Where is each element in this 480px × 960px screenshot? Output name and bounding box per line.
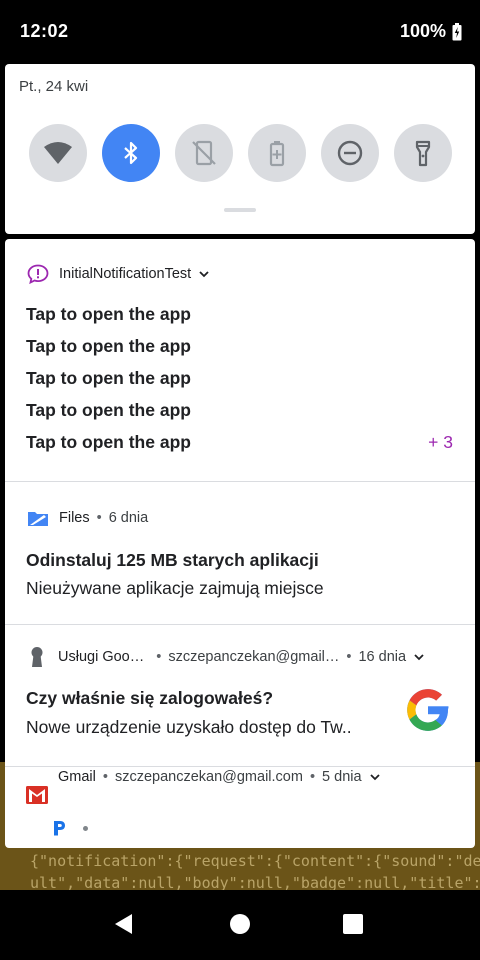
recents-icon[interactable] xyxy=(342,912,364,936)
tile-battery-saver[interactable] xyxy=(248,124,306,182)
notification-message: Tap to open the app xyxy=(26,432,191,452)
notification-gmail[interactable]: Gmail • szczepanczekan@gmail.com • 5 dni… xyxy=(5,767,475,848)
background-app-text: {"notification":{"request":{"content":{"… xyxy=(30,852,480,892)
bluetooth-icon xyxy=(124,141,138,165)
notification-google-services[interactable]: Usługi Goo… • szczepanczekan@gmail… • 16… xyxy=(5,625,475,767)
qs-date: Pt., 24 kwi xyxy=(19,78,89,95)
chevron-down-icon[interactable] xyxy=(369,771,381,783)
notification-header: Gmail • szczepanczekan@gmail.com • 5 dni… xyxy=(58,767,381,787)
status-time: 12:02 xyxy=(20,21,69,41)
notification-time: 16 dnia xyxy=(358,649,407,665)
navigation-bar xyxy=(0,890,480,960)
home-icon[interactable] xyxy=(229,912,251,936)
more-count-badge: + 3 xyxy=(428,432,453,452)
app-name: Files xyxy=(59,510,90,526)
battery-charging-icon xyxy=(452,22,462,40)
rotation-lock-icon xyxy=(192,140,216,166)
files-icon xyxy=(28,512,48,526)
notification-account: szczepanczekan@gmail.com xyxy=(114,769,303,785)
chevron-down-icon[interactable] xyxy=(413,651,425,663)
qs-drag-handle[interactable] xyxy=(224,208,256,212)
tile-auto-rotate[interactable] xyxy=(175,124,233,182)
gmail-icon xyxy=(26,786,48,804)
battery-saver-icon xyxy=(269,141,285,167)
notification-message: Tap to open the app xyxy=(26,400,191,420)
notification-files[interactable]: Files • 6 dnia Odinstaluj 125 MB starych… xyxy=(5,482,475,625)
notification-account: szczepanczekan@gmail… xyxy=(168,649,340,665)
app-name: Gmail xyxy=(58,769,96,785)
tile-wifi[interactable] xyxy=(29,124,87,182)
do-not-disturb-icon xyxy=(337,140,363,166)
back-icon[interactable] xyxy=(112,912,134,936)
keyhole-icon xyxy=(31,647,43,667)
status-right: 100% xyxy=(400,21,462,42)
notification-message: Tap to open the app xyxy=(26,304,191,324)
tile-do-not-disturb[interactable] xyxy=(321,124,379,182)
google-pay-icon xyxy=(54,821,65,836)
notification-header: InitialNotificationTest xyxy=(27,264,210,284)
battery-percent: 100% xyxy=(399,21,446,41)
notification-text: Nieużywane aplikacje zajmują miejsce xyxy=(26,578,324,598)
notification-time: 6 dnia xyxy=(108,510,149,526)
notification-message: Tap to open the app xyxy=(26,336,191,356)
notification-title: Czy właśnie się zalogowałeś? xyxy=(26,688,274,708)
status-dot xyxy=(83,826,88,831)
quick-settings-panel: Pt., 24 kwi xyxy=(5,64,475,234)
tile-flashlight[interactable] xyxy=(394,124,452,182)
app-name: Usługi Goo… xyxy=(58,649,145,665)
app-name: InitialNotificationTest xyxy=(59,266,192,282)
notification-list: InitialNotificationTest Tap to open the … xyxy=(5,239,475,848)
notification-header: Files • 6 dnia xyxy=(27,508,148,528)
notification-message: Tap to open the app xyxy=(26,368,191,388)
status-bar: 12:02 100% xyxy=(0,0,480,62)
wifi-icon xyxy=(44,142,72,164)
notification-header: Usługi Goo… • szczepanczekan@gmail… • 16… xyxy=(27,647,425,667)
tile-bluetooth[interactable] xyxy=(102,124,160,182)
notification-title: Odinstaluj 125 MB starych aplikacji xyxy=(26,550,319,570)
qs-tiles xyxy=(29,124,452,182)
notification-text: Nowe urządzenie uzyskało dostęp do Tw.. xyxy=(26,717,352,737)
chat-alert-icon xyxy=(27,264,49,284)
flashlight-icon xyxy=(415,140,431,167)
google-logo-icon xyxy=(407,689,449,731)
notification-initial[interactable]: InitialNotificationTest Tap to open the … xyxy=(5,239,475,482)
chevron-down-icon[interactable] xyxy=(198,268,210,280)
notification-time: 5 dnia xyxy=(322,769,362,785)
